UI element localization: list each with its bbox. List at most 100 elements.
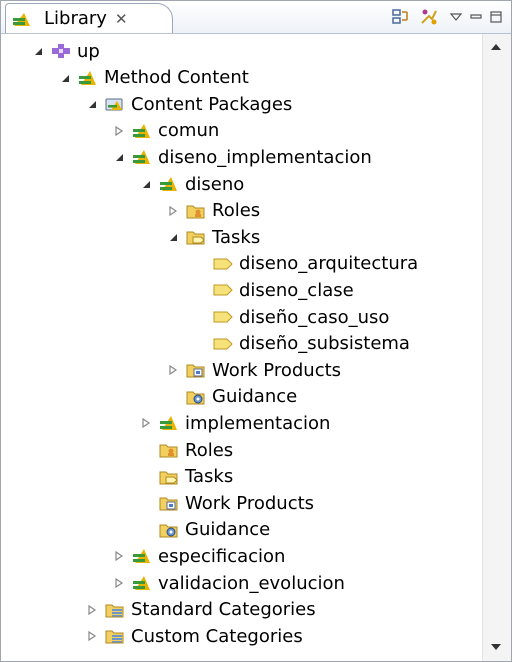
expanded-arrow-icon[interactable] [112,150,126,164]
collapsed-arrow-icon[interactable] [112,124,126,138]
tasks-folder-icon [186,228,206,246]
tree-item-label: Guidance [212,386,298,408]
tree-item[interactable]: diseno [139,171,244,197]
view-menu-icon[interactable] [446,7,466,27]
tree-item-label: comun [158,120,220,142]
maximize-icon[interactable] [486,7,506,27]
tree-item[interactable]: diseno_clase [193,277,354,303]
collapsed-arrow-icon[interactable] [139,416,153,430]
content-package-icon [159,175,179,193]
task-icon [213,308,233,326]
tree-item-label: Method Content [104,67,249,89]
expanded-arrow-icon[interactable] [31,44,45,58]
minimize-icon[interactable] [466,7,486,27]
no-expander [139,523,153,537]
tree-item-label: validacion_evolucion [158,572,345,594]
expanded-arrow-icon[interactable] [166,230,180,244]
vertical-scrollbar[interactable] [482,34,511,661]
tree-item-label: Content Packages [131,93,293,115]
tree-item[interactable]: Standard Categories [85,597,316,623]
collapsed-arrow-icon[interactable] [166,363,180,377]
roles-folder-icon [159,441,179,459]
no-expander [193,310,207,324]
tree-item[interactable]: implementacion [139,410,330,436]
tree-item[interactable]: up [31,38,100,64]
tree-item[interactable]: Guidance [166,384,297,410]
layout-icon[interactable] [419,7,439,27]
no-expander [139,470,153,484]
tree-item[interactable]: diseno_implementacion [112,144,372,170]
collapsed-arrow-icon[interactable] [85,603,99,617]
tree-item[interactable]: comun [112,118,219,144]
tree-item-label: Tasks [212,226,261,248]
content-packages-folder-icon [105,95,125,113]
expanded-arrow-icon[interactable] [85,97,99,111]
tree-item[interactable]: diseño_subsistema [193,331,410,357]
content-package-icon [132,122,152,140]
task-icon [213,255,233,273]
tree-item[interactable]: diseño_caso_uso [193,304,389,330]
work-products-folder-icon [159,494,179,512]
tree-item[interactable]: diseno_arquitectura [193,251,418,277]
categories-icon [105,627,125,645]
tree-item[interactable]: Method Content [58,65,249,91]
no-expander [166,390,180,404]
library-tab-title: Library [44,8,107,29]
categories-icon [105,601,125,619]
task-icon [213,281,233,299]
collapsed-arrow-icon[interactable] [112,549,126,563]
tree-item-label: Roles [185,439,234,461]
content-package-icon [159,414,179,432]
library-icon [12,10,32,28]
tree-item[interactable]: especificacion [112,543,285,569]
tree-item-label: diseño_subsistema [239,333,410,355]
tree-item-label: Guidance [185,519,271,541]
tree-item-label: diseno [185,173,245,195]
tree-item-label: diseno_clase [239,279,354,301]
link-with-editor-icon[interactable] [391,7,411,27]
task-icon [213,335,233,353]
collapsed-arrow-icon[interactable] [112,576,126,590]
tree-item[interactable]: Guidance [139,517,270,543]
library-view: Library ✕ up Method Content Content Pack… [0,0,512,662]
library-tree: up Method Content Content Packages comun dis… [1,34,481,661]
tree-item-label: implementacion [185,412,331,434]
tasks-folder-icon [159,468,179,486]
library-tab[interactable]: Library ✕ [5,3,173,33]
tree-item[interactable]: Tasks [166,224,260,250]
tree-item-label: diseño_caso_uso [239,306,390,328]
tree-item[interactable]: Custom Categories [85,623,303,649]
guidance-folder-icon [186,388,206,406]
tree-item[interactable]: Work Products [166,357,341,383]
expanded-arrow-icon[interactable] [58,71,72,85]
tree-item-label: Work Products [212,359,342,381]
view-tab-bar: Library ✕ [1,1,511,34]
tree-item[interactable]: Roles [139,437,233,463]
content-package-icon [78,69,98,87]
expanded-arrow-icon[interactable] [139,177,153,191]
scroll-down-arrow-icon[interactable] [491,644,501,650]
content-package-icon [132,574,152,592]
tree-item-label: up [77,40,100,62]
tree-item[interactable]: Content Packages [85,91,292,117]
content-package-icon [132,547,152,565]
content-package-icon [132,148,152,166]
tree-item-label: Tasks [185,466,234,488]
scroll-up-arrow-icon[interactable] [491,44,501,50]
tree-item-label: especificacion [158,545,286,567]
tree-item[interactable]: Roles [166,198,260,224]
plugin-icon [51,42,71,60]
tree-item[interactable]: validacion_evolucion [112,570,345,596]
tree-item[interactable]: Tasks [139,464,233,490]
no-expander [193,257,207,271]
no-expander [193,283,207,297]
tree-item[interactable]: Work Products [139,490,314,516]
no-expander [193,337,207,351]
collapsed-arrow-icon[interactable] [85,629,99,643]
tree-item-label: diseno_implementacion [158,146,372,168]
close-tab-icon[interactable]: ✕ [115,10,128,28]
collapsed-arrow-icon[interactable] [166,204,180,218]
tree-item-label: Custom Categories [131,625,303,647]
tree-item-label: Standard Categories [131,599,316,621]
roles-folder-icon [186,202,206,220]
